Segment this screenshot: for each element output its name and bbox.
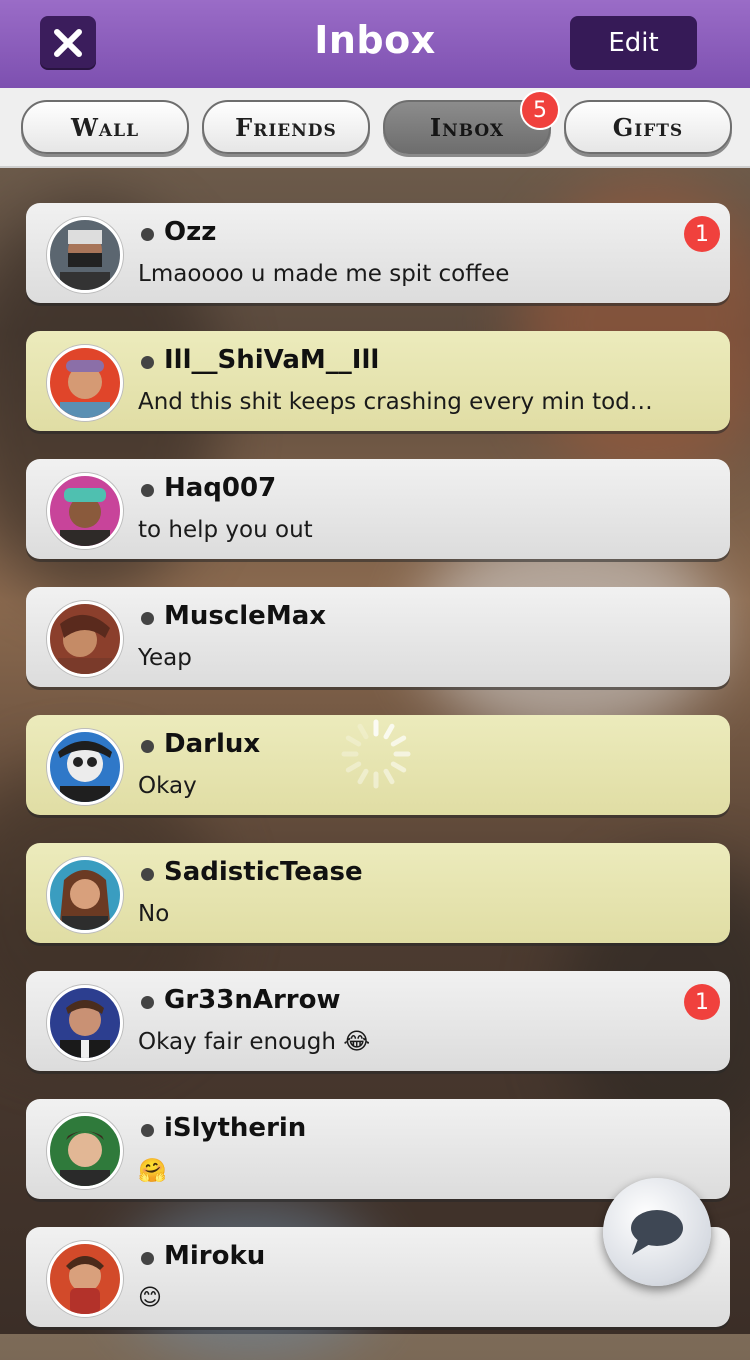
avatar (47, 601, 123, 677)
message-item-ozz[interactable]: Ozz Lmaoooo u made me spit coffee 1 (26, 203, 730, 303)
inbox-badge: 5 (520, 90, 560, 130)
avatar (47, 857, 123, 933)
avatar (47, 729, 123, 805)
sender-name: iSlytherin (164, 1113, 307, 1143)
avatar (47, 473, 123, 549)
loading-spinner-icon (341, 719, 411, 789)
status-dot (141, 740, 154, 753)
tab-gifts[interactable]: Gifts (564, 100, 732, 154)
tab-friends[interactable]: Friends (202, 100, 370, 154)
message-preview: 🤗 (138, 1158, 167, 1184)
message-preview: Okay fair enough 😂 (138, 1029, 371, 1055)
new-chat-button[interactable] (603, 1178, 711, 1286)
edit-button[interactable]: Edit (570, 16, 697, 70)
message-preview: And this shit keeps crashing every min t… (138, 389, 653, 415)
message-preview: Okay (138, 773, 197, 799)
tab-wall[interactable]: Wall (21, 100, 189, 154)
message-preview: Lmaoooo u made me spit coffee (138, 261, 510, 287)
sender-name: Ill__ShiVaM__Ill (164, 345, 380, 375)
status-dot (141, 484, 154, 497)
message-item-musclemax[interactable]: MuscleMax Yeap (26, 587, 730, 687)
status-dot (141, 868, 154, 881)
message-item-shivam[interactable]: Ill__ShiVaM__Ill And this shit keeps cra… (26, 331, 730, 431)
message-preview: No (138, 901, 170, 927)
message-item-sadistictease[interactable]: SadisticTease No (26, 843, 730, 943)
avatar (47, 1113, 123, 1189)
top-header: Inbox Edit (0, 0, 750, 88)
status-dot (141, 1124, 154, 1137)
unread-badge: 1 (684, 984, 720, 1020)
status-dot (141, 356, 154, 369)
message-item-haq007[interactable]: Haq007 to help you out (26, 459, 730, 559)
sender-name: Darlux (164, 729, 261, 759)
status-dot (141, 1252, 154, 1265)
message-item-gr33narrow[interactable]: Gr33nArrow Okay fair enough 😂 1 (26, 971, 730, 1071)
avatar (47, 1241, 123, 1317)
sender-name: MuscleMax (164, 601, 327, 631)
message-preview: to help you out (138, 517, 313, 543)
avatar (47, 985, 123, 1061)
chat-bubble-icon (631, 1210, 683, 1255)
sender-name: Miroku (164, 1241, 266, 1271)
sender-name: Haq007 (164, 473, 277, 503)
avatar (47, 217, 123, 293)
unread-badge: 1 (684, 216, 720, 252)
message-item-islytherin[interactable]: iSlytherin 🤗 (26, 1099, 730, 1199)
sender-name: Ozz (164, 217, 217, 247)
avatar (47, 345, 123, 421)
status-dot (141, 996, 154, 1009)
status-dot (141, 612, 154, 625)
message-preview: 😊 (138, 1285, 162, 1311)
sender-name: SadisticTease (164, 857, 363, 887)
status-dot (141, 228, 154, 241)
message-preview: Yeap (138, 645, 192, 671)
tab-bar: Wall Friends Inbox Gifts (0, 88, 750, 168)
sender-name: Gr33nArrow (164, 985, 341, 1015)
